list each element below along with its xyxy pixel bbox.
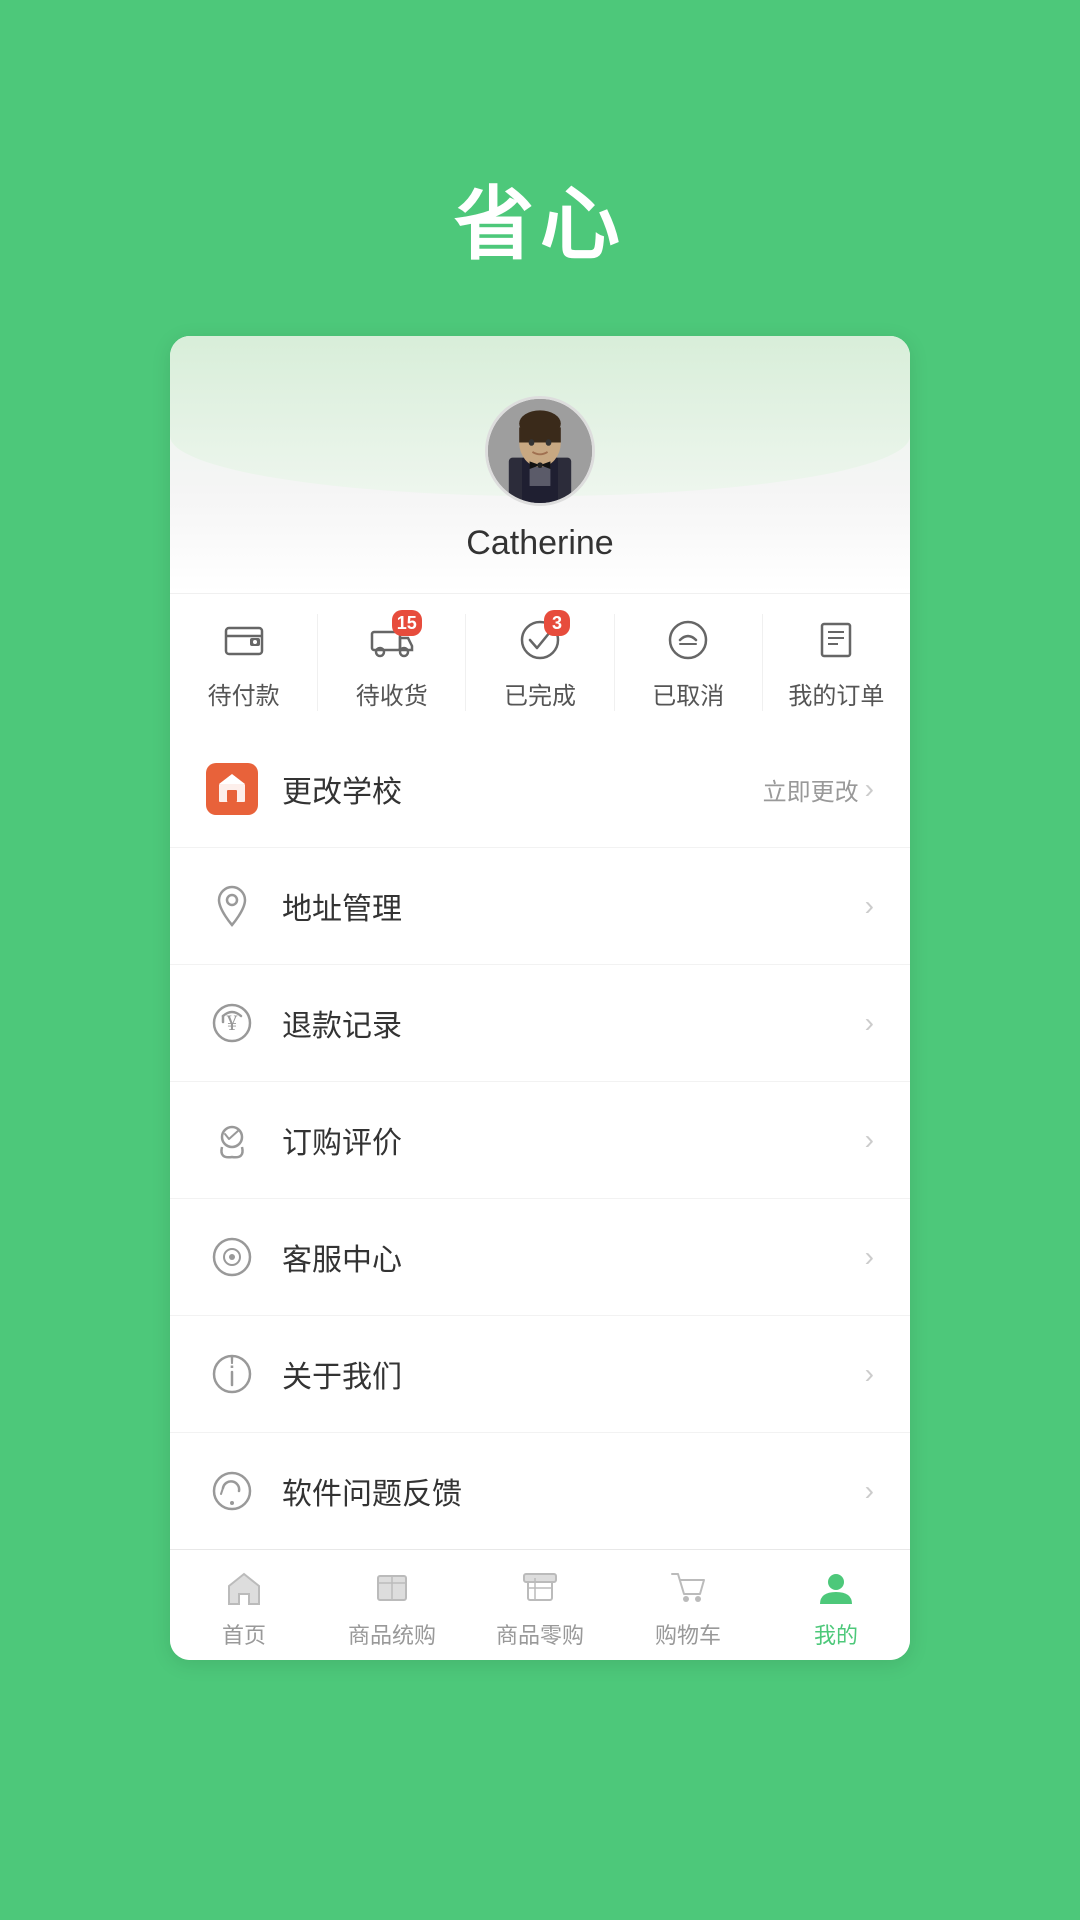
menu-section: 更改学校 立即更改 › 地址管理 › ¥ — [170, 731, 910, 1549]
cart-icon — [666, 1566, 710, 1610]
menu-item-about[interactable]: ! 关于我们 › — [170, 1316, 910, 1433]
avatar-container[interactable] — [485, 396, 595, 506]
chevron-right-icon: › — [865, 1007, 874, 1039]
tab-pending-delivery-label: 待收货 — [356, 676, 428, 711]
tab-cancelled[interactable]: 已取消 — [615, 614, 763, 711]
menu-item-change-school[interactable]: 更改学校 立即更改 › — [170, 731, 910, 848]
review-label: 订购评价 — [282, 1118, 865, 1162]
tab-pending-payment-label: 待付款 — [208, 676, 280, 711]
menu-item-refund[interactable]: ¥ 退款记录 › — [170, 965, 910, 1082]
about-label: 关于我们 — [282, 1352, 865, 1396]
chevron-right-icon: › — [865, 773, 874, 805]
nav-home-label: 首页 — [222, 1618, 266, 1650]
bottom-nav: 首页 商品统购 商品零购 — [170, 1549, 910, 1660]
nav-mine[interactable]: 我的 — [762, 1566, 910, 1650]
wallet-icon — [218, 614, 270, 666]
nav-bulk-order[interactable]: 商品统购 — [318, 1566, 466, 1650]
avatar-image — [488, 399, 592, 503]
chevron-right-icon: › — [865, 1358, 874, 1390]
info-icon: ! — [206, 1348, 258, 1400]
menu-item-address[interactable]: 地址管理 › — [170, 848, 910, 965]
nav-retail[interactable]: 商品零购 — [466, 1566, 614, 1650]
menu-item-feedback[interactable]: 软件问题反馈 › — [170, 1433, 910, 1549]
nav-retail-label: 商品零购 — [496, 1618, 584, 1650]
nav-home[interactable]: 首页 — [170, 1566, 318, 1650]
refund-label: 退款记录 — [282, 1001, 865, 1045]
review-icon — [206, 1114, 258, 1166]
feedback-label: 软件问题反馈 — [282, 1469, 865, 1513]
home-icon — [222, 1566, 266, 1610]
chevron-right-icon: › — [865, 890, 874, 922]
bulk-icon — [370, 1566, 414, 1610]
svg-text:!: ! — [229, 1352, 235, 1372]
service-icon — [206, 1231, 258, 1283]
tab-completed-label: 已完成 — [504, 676, 576, 711]
tab-pending-payment[interactable]: 待付款 — [170, 614, 318, 711]
address-label: 地址管理 — [282, 884, 865, 928]
order-tabs: 待付款 15 待收货 3 — [170, 593, 910, 731]
tab-completed[interactable]: 3 已完成 — [466, 614, 614, 711]
menu-item-service[interactable]: 客服中心 › — [170, 1199, 910, 1316]
avatar — [485, 396, 595, 506]
nav-cart[interactable]: 购物车 — [614, 1566, 762, 1650]
nav-cart-label: 购物车 — [655, 1618, 721, 1650]
truck-icon: 15 — [366, 614, 418, 666]
main-card: Catherine 待付款 — [170, 336, 910, 1660]
chevron-right-icon: › — [865, 1475, 874, 1507]
user-icon — [814, 1566, 858, 1610]
menu-item-review[interactable]: 订购评价 › — [170, 1082, 910, 1199]
tab-cancelled-label: 已取消 — [652, 676, 724, 711]
tab-all-orders[interactable]: 我的订单 — [763, 614, 910, 711]
app-title: 省心 — [454, 160, 626, 276]
delivery-badge: 15 — [392, 610, 422, 636]
change-school-action: 立即更改 › — [763, 772, 874, 807]
retail-icon — [518, 1566, 562, 1610]
tab-all-orders-label: 我的订单 — [788, 676, 884, 711]
username: Catherine — [466, 524, 613, 563]
profile-header: Catherine — [170, 336, 910, 593]
tab-pending-delivery[interactable]: 15 待收货 — [318, 614, 466, 711]
change-school-label: 更改学校 — [282, 767, 763, 811]
list-icon — [810, 614, 862, 666]
cancel-icon — [662, 614, 714, 666]
chevron-right-icon: › — [865, 1241, 874, 1273]
location-icon — [206, 880, 258, 932]
nav-mine-label: 我的 — [814, 1618, 858, 1650]
refund-icon: ¥ — [206, 997, 258, 1049]
school-icon — [206, 763, 258, 815]
feedback-icon — [206, 1465, 258, 1517]
chevron-right-icon: › — [865, 1124, 874, 1156]
nav-bulk-label: 商品统购 — [348, 1618, 436, 1650]
service-label: 客服中心 — [282, 1235, 865, 1279]
check-icon: 3 — [514, 614, 566, 666]
completed-badge: 3 — [544, 610, 570, 636]
